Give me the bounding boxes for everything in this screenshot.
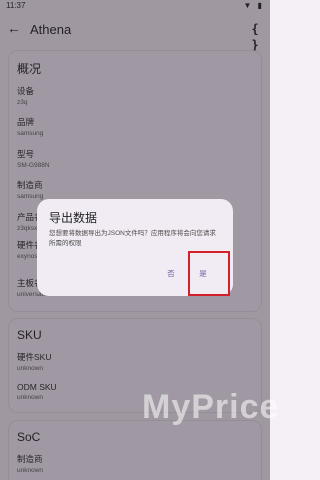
dialog-title: 导出数据: [49, 211, 98, 225]
highlight-box: [188, 251, 230, 296]
watermark: MyPrice: [142, 388, 280, 426]
dialog-no-button[interactable]: 否: [161, 267, 181, 281]
dialog-message: 您想要将数据导出为JSON文件吗？应用程序将会向您请求所需的权限: [49, 230, 216, 247]
